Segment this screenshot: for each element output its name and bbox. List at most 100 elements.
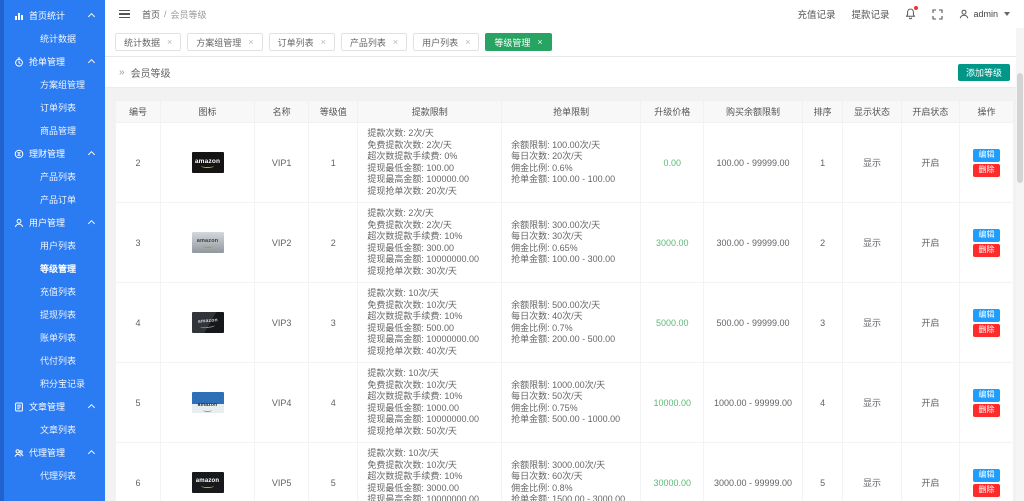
sidebar-menu: 首页统计统计数据抢单管理方案组管理订单列表商品管理理财管理产品列表产品订单用户管…	[0, 0, 105, 487]
limit-line: 余额限制: 3000.00次/天	[511, 460, 640, 472]
tab-等级管理[interactable]: 等级管理 ×	[485, 33, 551, 51]
cell-id: 6	[116, 443, 161, 501]
sidebar-group-0[interactable]: 首页统计	[0, 4, 105, 27]
close-icon[interactable]: ×	[537, 37, 542, 47]
fullscreen-icon[interactable]	[932, 9, 943, 20]
limit-line: 每日次数: 20次/天	[511, 151, 640, 163]
cell-sort: 3	[802, 283, 842, 363]
cell-withdraw-limits: 提款次数: 10次/天免费提款次数: 10次/天超次数提款手续费: 10%提现最…	[358, 363, 502, 443]
limit-line: 提现最高金额: 10000000.00	[367, 414, 501, 426]
vertical-scrollbar[interactable]	[1016, 28, 1024, 501]
user-icon	[959, 9, 969, 19]
edit-button[interactable]: 编辑	[973, 389, 1000, 402]
cell-purchase-range: 100.00 - 99999.00	[704, 123, 803, 203]
limit-line: 每日次数: 40次/天	[511, 311, 640, 323]
agents-icon	[13, 447, 24, 458]
sidebar-item-统计数据[interactable]: 统计数据	[0, 27, 105, 50]
sidebar-item-产品列表[interactable]: 产品列表	[0, 165, 105, 188]
menu-toggle-icon[interactable]	[119, 10, 130, 19]
tab-统计数据[interactable]: 统计数据×	[115, 33, 181, 51]
close-icon[interactable]: ×	[393, 37, 398, 47]
edit-button[interactable]: 编辑	[973, 149, 1000, 162]
bell-icon[interactable]	[905, 8, 916, 20]
column-header: 升级价格	[641, 101, 704, 123]
cell-display-status: 显示	[843, 283, 901, 363]
tab-label: 等级管理	[494, 36, 530, 49]
cell-upgrade-price: 30000.00	[641, 443, 704, 501]
cell-icon: amazon	[160, 363, 254, 443]
sidebar-item-充值列表[interactable]: 充值列表	[0, 280, 105, 303]
breadcrumb-home[interactable]: 首页	[142, 8, 160, 21]
chevron-up-icon	[88, 151, 95, 158]
edit-button[interactable]: 编辑	[973, 469, 1000, 482]
withdraw-records-link[interactable]: 提款记录	[851, 7, 889, 21]
cell-upgrade-price: 10000.00	[641, 363, 704, 443]
delete-button[interactable]: 删除	[973, 324, 1000, 337]
edit-button[interactable]: 编辑	[973, 309, 1000, 322]
sidebar-item-文章列表[interactable]: 文章列表	[0, 418, 105, 441]
cell-upgrade-price: 0.00	[641, 123, 704, 203]
sidebar-group-5[interactable]: 代理管理	[0, 441, 105, 464]
column-header: 开启状态	[901, 101, 959, 123]
sidebar-group-4[interactable]: 文章管理	[0, 395, 105, 418]
cell-purchase-range: 1000.00 - 99999.00	[704, 363, 803, 443]
limit-line: 抢单金额: 200.00 - 500.00	[511, 334, 640, 346]
cell-purchase-range: 3000.00 - 99999.00	[704, 443, 803, 501]
tab-用户列表[interactable]: 用户列表×	[413, 33, 479, 51]
breadcrumb-current: 会员等级	[171, 8, 207, 21]
cell-withdraw-limits: 提款次数: 2次/天免费提款次数: 2次/天超次数提款手续费: 0%提现最低金额…	[358, 123, 502, 203]
cell-name: VIP2	[255, 203, 309, 283]
limit-line: 余额限制: 100.00次/天	[511, 140, 640, 152]
edit-button[interactable]: 编辑	[973, 229, 1000, 242]
cell-name: VIP3	[255, 283, 309, 363]
sidebar-item-代付列表[interactable]: 代付列表	[0, 349, 105, 372]
admin-menu[interactable]: admin	[959, 9, 1010, 19]
sidebar-item-提现列表[interactable]: 提现列表	[0, 303, 105, 326]
tab-订单列表[interactable]: 订单列表×	[269, 33, 335, 51]
scrollbar-thumb[interactable]	[1017, 73, 1023, 183]
delete-button[interactable]: 删除	[973, 164, 1000, 177]
page-header: » 会员等级 添加等级	[105, 57, 1024, 88]
sidebar-item-账单列表[interactable]: 账单列表	[0, 326, 105, 349]
cell-grab-limits: 余额限制: 100.00次/天每日次数: 20次/天佣金比例: 0.6%抢单金额…	[502, 123, 641, 203]
sidebar-item-商品管理[interactable]: 商品管理	[0, 119, 105, 142]
amazon-smile-arc	[203, 408, 212, 412]
cell-icon: amazon	[160, 443, 254, 501]
sidebar-item-订单列表[interactable]: 订单列表	[0, 96, 105, 119]
sidebar-item-方案组管理[interactable]: 方案组管理	[0, 73, 105, 96]
cell-level: 2	[309, 203, 358, 283]
add-level-button[interactable]: 添加等级	[958, 64, 1010, 81]
sidebar-group-2[interactable]: 理财管理	[0, 142, 105, 165]
sidebar-item-等级管理[interactable]: 等级管理	[0, 257, 105, 280]
close-icon[interactable]: ×	[167, 37, 172, 47]
tab-产品列表[interactable]: 产品列表×	[341, 33, 407, 51]
coin-icon	[13, 148, 24, 159]
limit-line: 提现最低金额: 500.00	[367, 323, 501, 335]
close-icon[interactable]: ×	[321, 37, 326, 47]
close-icon[interactable]: ×	[248, 37, 253, 47]
limit-line: 抢单金额: 1500.00 - 3000.00	[511, 494, 640, 501]
amazon-logo-black: amazon	[192, 472, 224, 493]
delete-button[interactable]: 删除	[973, 404, 1000, 417]
delete-button[interactable]: 删除	[973, 484, 1000, 497]
close-icon[interactable]: ×	[465, 37, 470, 47]
limit-line: 提现抢单次数: 50次/天	[367, 426, 501, 438]
sidebar-item-积分宝记录[interactable]: 积分宝记录	[0, 372, 105, 395]
sidebar-item-用户列表[interactable]: 用户列表	[0, 234, 105, 257]
recharge-records-link[interactable]: 充值记录	[797, 7, 835, 21]
sidebar-group-1[interactable]: 抢单管理	[0, 50, 105, 73]
limit-line: 提现最高金额: 10000000.00	[367, 334, 501, 346]
limit-line: 抢单金额: 100.00 - 100.00	[511, 174, 640, 186]
table-row: 3amazonVIP22提款次数: 2次/天免费提款次数: 2次/天超次数提款手…	[116, 203, 1014, 283]
limit-line: 佣金比例: 0.75%	[511, 403, 640, 415]
sidebar-group-3[interactable]: 用户管理	[0, 211, 105, 234]
cell-icon: amazon	[160, 283, 254, 363]
sidebar-group-label: 抢单管理	[29, 55, 65, 68]
cell-level: 1	[309, 123, 358, 203]
delete-button[interactable]: 删除	[973, 244, 1000, 257]
tab-方案组管理[interactable]: 方案组管理×	[187, 33, 262, 51]
sidebar-item-代理列表[interactable]: 代理列表	[0, 464, 105, 487]
cell-id: 2	[116, 123, 161, 203]
cell-grab-limits: 余额限制: 1000.00次/天每日次数: 50次/天佣金比例: 0.75%抢单…	[502, 363, 641, 443]
sidebar-item-产品订单[interactable]: 产品订单	[0, 188, 105, 211]
